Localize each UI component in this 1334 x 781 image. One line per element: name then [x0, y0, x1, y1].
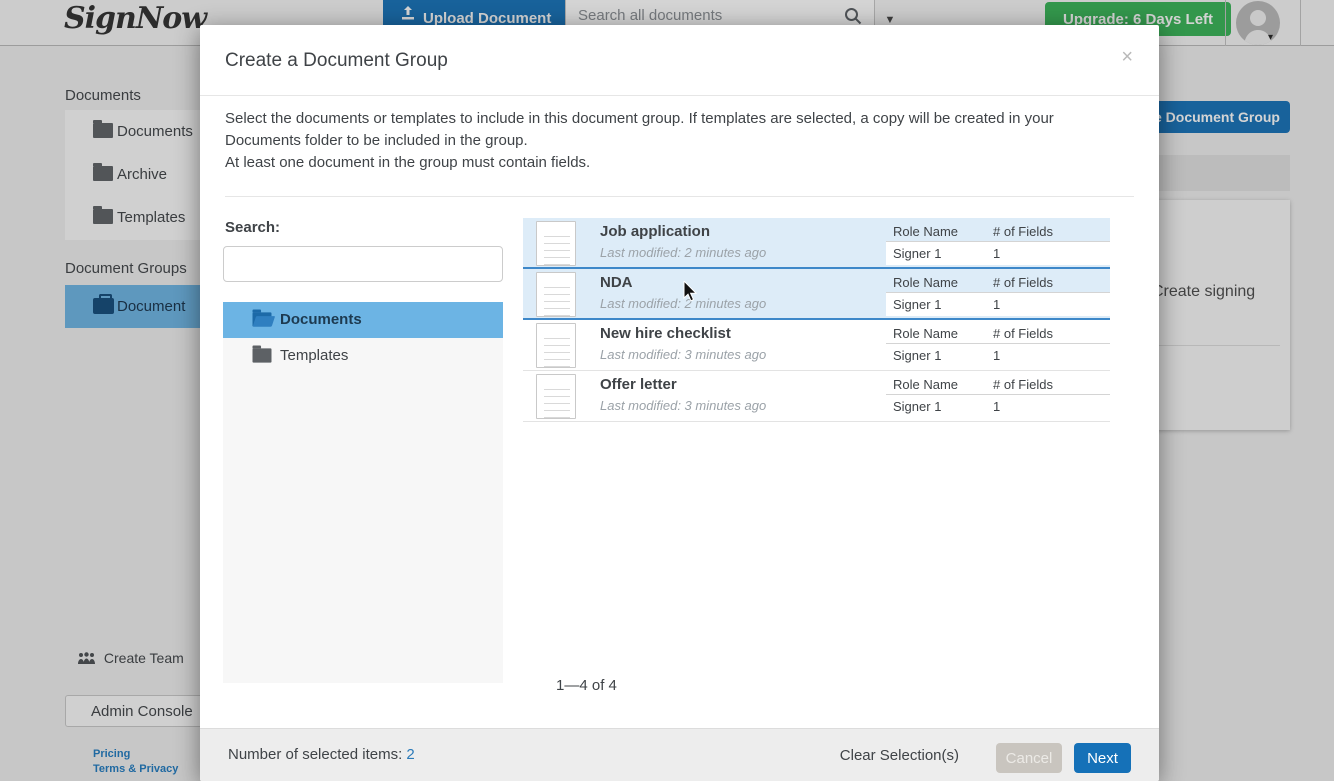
fields-header: # of Fields	[993, 224, 1053, 239]
create-document-group-modal: Create a Document Group × Select the doc…	[200, 25, 1159, 781]
modal-title: Create a Document Group	[225, 50, 448, 72]
document-row-nda[interactable]: NDA Last modified: 2 minutes ago Role Na…	[523, 269, 1110, 320]
document-row-offer-letter[interactable]: Offer letter Last modified: 3 minutes ag…	[523, 371, 1110, 422]
modal-folder-documents[interactable]: Documents	[223, 302, 503, 338]
role-value: Signer 1	[893, 348, 941, 363]
role-fields-table: Role Name # of Fields Signer 1 1	[886, 218, 1110, 267]
document-title: New hire checklist	[600, 325, 731, 342]
folder-icon	[253, 348, 272, 362]
fields-value: 1	[993, 399, 1000, 414]
folder-label: Documents	[280, 311, 362, 328]
modal-folder-templates[interactable]: Templates	[223, 338, 503, 374]
fields-header: # of Fields	[993, 275, 1053, 290]
role-fields-table: Role Name # of Fields Signer 1 1	[886, 320, 1110, 370]
document-modified: Last modified: 2 minutes ago	[600, 245, 766, 260]
role-value: Signer 1	[893, 246, 941, 261]
role-name-header: Role Name	[893, 275, 958, 290]
role-fields-table: Role Name # of Fields Signer 1 1	[886, 371, 1110, 421]
modal-description-p2: At least one document in the group must …	[225, 152, 1130, 174]
document-thumbnail	[536, 221, 576, 266]
fields-value: 1	[993, 297, 1000, 312]
role-fields-values: Signer 1 1	[886, 292, 1110, 316]
document-title: NDA	[600, 274, 633, 291]
next-button[interactable]: Next	[1074, 743, 1131, 773]
cancel-button[interactable]: Cancel	[996, 743, 1062, 773]
open-folder-icon	[253, 312, 272, 326]
modal-footer: Number of selected items: 2 Clear Select…	[200, 728, 1159, 781]
app-window: SignNow Upload Document ▼ Upgrade: 6 Day…	[0, 0, 1334, 781]
role-fields-values: Signer 1 1	[886, 343, 1110, 368]
document-thumbnail	[536, 374, 576, 419]
role-value: Signer 1	[893, 297, 941, 312]
fields-value: 1	[993, 348, 1000, 363]
modal-search-input[interactable]	[223, 246, 503, 282]
document-thumbnail	[536, 323, 576, 368]
role-name-header: Role Name	[893, 224, 958, 239]
modal-description: Select the documents or templates to inc…	[225, 108, 1130, 174]
modal-header-divider	[200, 95, 1159, 96]
role-fields-table: Role Name # of Fields Signer 1 1	[886, 269, 1110, 318]
modal-description-p1: Select the documents or templates to inc…	[225, 108, 1130, 152]
modal-body-divider	[225, 196, 1134, 197]
role-fields-values: Signer 1 1	[886, 394, 1110, 419]
modal-search-label: Search:	[225, 219, 280, 236]
pagination-status: 1—4 of 4	[556, 677, 617, 694]
document-row-new-hire-checklist[interactable]: New hire checklist Last modified: 3 minu…	[523, 320, 1110, 371]
selected-items-count: 2	[406, 746, 414, 763]
role-name-header: Role Name	[893, 326, 958, 341]
fields-header: # of Fields	[993, 377, 1053, 392]
modal-folder-list: Documents Templates	[223, 302, 503, 683]
role-name-header: Role Name	[893, 377, 958, 392]
document-modified: Last modified: 3 minutes ago	[600, 398, 766, 413]
selected-items-label: Number of selected items:	[228, 746, 406, 763]
document-row-job-application[interactable]: Job application Last modified: 2 minutes…	[523, 218, 1110, 269]
document-thumbnail	[536, 272, 576, 317]
document-list: Job application Last modified: 2 minutes…	[523, 218, 1110, 422]
document-title: Offer letter	[600, 376, 677, 393]
document-title: Job application	[600, 223, 710, 240]
document-modified: Last modified: 3 minutes ago	[600, 347, 766, 362]
fields-value: 1	[993, 246, 1000, 261]
role-value: Signer 1	[893, 399, 941, 414]
mouse-cursor	[683, 281, 701, 303]
folder-label: Templates	[280, 347, 348, 364]
close-icon[interactable]: ×	[1121, 47, 1133, 67]
selected-items-counter: Number of selected items: 2	[228, 746, 415, 763]
role-fields-values: Signer 1 1	[886, 241, 1110, 265]
fields-header: # of Fields	[993, 326, 1053, 341]
clear-selection-button[interactable]: Clear Selection(s)	[840, 747, 959, 764]
